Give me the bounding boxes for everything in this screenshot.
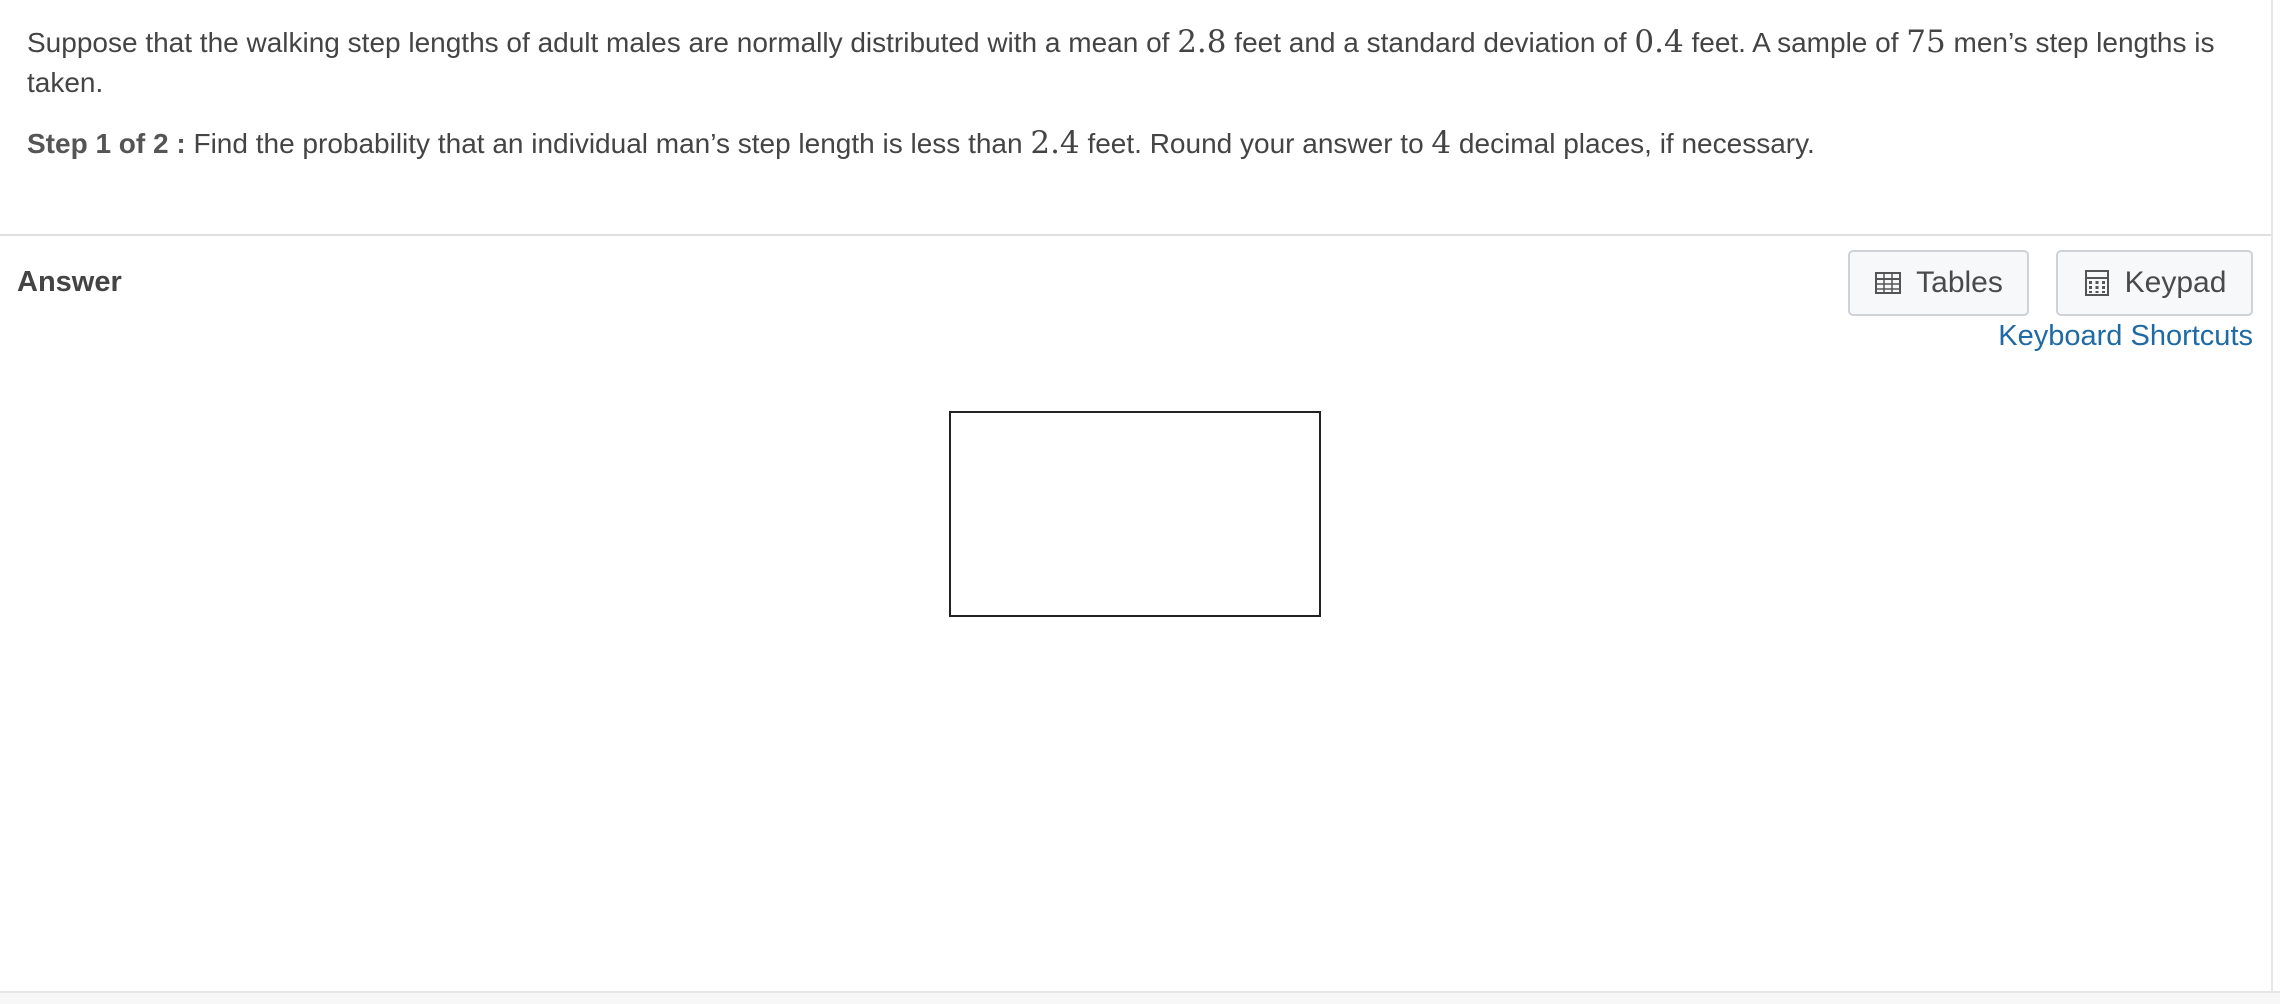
mean-value: 2.8 [1177,24,1227,60]
tables-button-label: Tables [1916,266,2003,299]
keypad-button[interactable]: Keypad [2056,250,2253,316]
answer-label: Answer [17,266,122,298]
question-block: Suppose that the walking step lengths of… [27,22,2227,164]
question-text-part: feet. A sample of [1683,27,1907,58]
question-text-part: Suppose that the walking step lengths of… [27,27,1178,58]
calculator-icon [2083,269,2111,297]
step-text-part: feet. Round your answer to [1079,128,1432,159]
std-dev-value: 0.4 [1634,24,1684,60]
right-border [2271,0,2273,1004]
section-divider [0,234,2272,236]
bottom-band [0,993,2280,1004]
question-text-part: feet and a standard deviation of [1226,27,1635,58]
step-instruction: Step 1 of 2 : Find the probability that … [27,123,2227,164]
step-text-part: decimal places, if necessary. [1451,128,1815,159]
tables-button[interactable]: Tables [1848,250,2029,316]
sample-size-value: 75 [1906,24,1946,60]
decimal-places-value: 4 [1431,125,1452,161]
keypad-button-label: Keypad [2124,266,2227,299]
answer-input[interactable] [949,411,1321,617]
table-grid-icon [1874,269,1902,297]
step-text-part: Find the probability that an individual … [185,128,1031,159]
keyboard-shortcuts-link[interactable]: Keyboard Shortcuts [1998,320,2253,353]
threshold-value: 2.4 [1030,125,1080,161]
question-text: Suppose that the walking step lengths of… [27,22,2227,103]
step-label: Step 1 of 2 : [27,128,186,159]
